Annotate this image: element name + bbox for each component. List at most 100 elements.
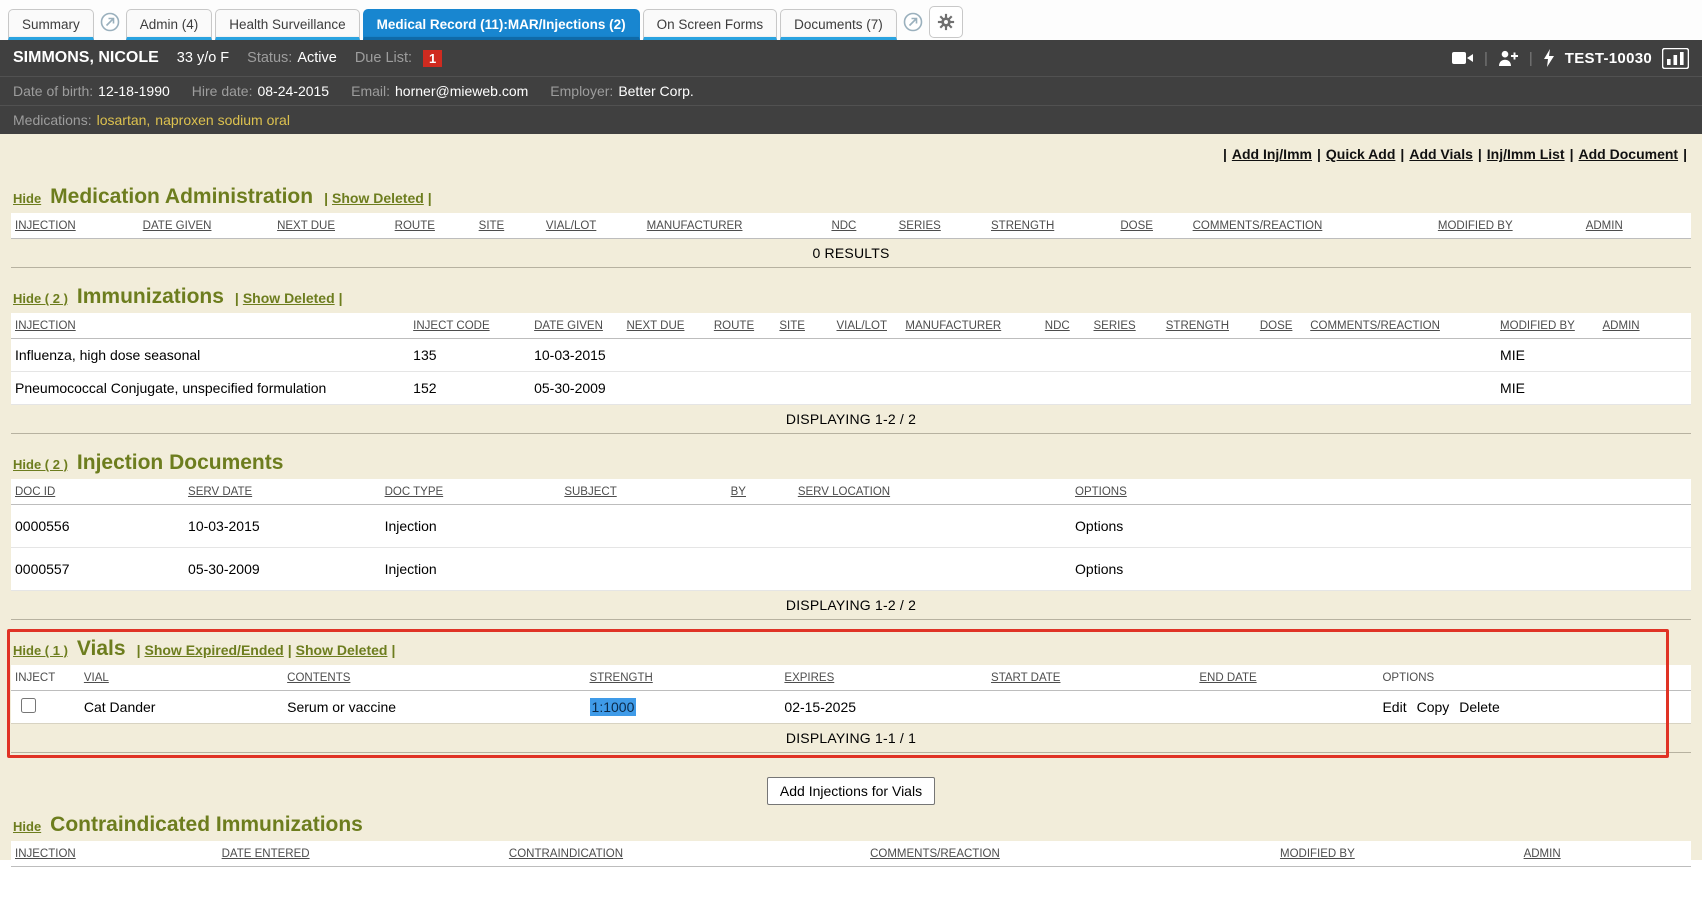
- settings-gear-icon[interactable]: [929, 6, 963, 38]
- popout-icon[interactable]: [100, 12, 120, 32]
- bar-chart-icon[interactable]: [1662, 48, 1689, 69]
- edit-link[interactable]: Edit: [1382, 699, 1406, 715]
- add-person-icon[interactable]: [1498, 50, 1519, 67]
- modified-by: MIE: [1496, 339, 1598, 372]
- column-header[interactable]: ADMIN: [1603, 320, 1640, 332]
- empty-cell: [794, 548, 1071, 591]
- column-header[interactable]: CONTENTS: [287, 672, 350, 684]
- column-header[interactable]: DATE GIVEN: [534, 320, 603, 332]
- lightning-bolt-icon[interactable]: [1543, 49, 1555, 67]
- column-header[interactable]: STRENGTH: [991, 220, 1054, 232]
- column-header[interactable]: COMMENTS/REACTION: [870, 848, 1000, 860]
- inj-imm-list-link[interactable]: Inj/Imm List: [1487, 146, 1565, 162]
- column-header[interactable]: END DATE: [1199, 672, 1256, 684]
- add-injections-for-vials-button[interactable]: Add Injections for Vials: [767, 777, 935, 805]
- column-header[interactable]: SITE: [779, 320, 805, 332]
- column-header[interactable]: CONTRAINDICATION: [509, 848, 623, 860]
- delete-link[interactable]: Delete: [1459, 699, 1499, 715]
- column-header[interactable]: SERV LOCATION: [798, 486, 890, 498]
- quick-add-link[interactable]: Quick Add: [1326, 146, 1396, 162]
- column-header[interactable]: DOSE: [1120, 220, 1153, 232]
- column-header[interactable]: MANUFACTURER: [647, 220, 743, 232]
- medication-link[interactable]: losartan: [97, 112, 147, 128]
- column-header[interactable]: SUBJECT: [564, 486, 616, 498]
- tab-admin[interactable]: Admin (4): [126, 9, 213, 40]
- column-header[interactable]: BY: [731, 486, 746, 498]
- column-header[interactable]: COMMENTS/REACTION: [1310, 320, 1440, 332]
- column-header[interactable]: NEXT DUE: [277, 220, 335, 232]
- column-header[interactable]: INJECTION: [15, 320, 76, 332]
- hide-link[interactable]: Hide ( 1 ): [13, 643, 68, 658]
- hide-link[interactable]: Hide: [13, 819, 41, 834]
- column-header[interactable]: START DATE: [991, 672, 1060, 684]
- add-vials-link[interactable]: Add Vials: [1409, 146, 1473, 162]
- column-header[interactable]: DOC TYPE: [385, 486, 444, 498]
- column-header[interactable]: INJECTION: [15, 220, 76, 232]
- due-list-count-badge[interactable]: 1: [423, 50, 442, 67]
- copy-link[interactable]: Copy: [1417, 699, 1450, 715]
- empty-cell: [623, 372, 710, 405]
- column-header[interactable]: SERIES: [899, 220, 941, 232]
- column-header[interactable]: NDC: [1045, 320, 1070, 332]
- show-deleted-link[interactable]: Show Deleted: [332, 190, 424, 206]
- video-camera-icon[interactable]: [1452, 51, 1474, 65]
- table-row: Pneumococcal Conjugate, unspecified form…: [11, 372, 1691, 405]
- section-heading: Hide Medication Administration |Show Del…: [13, 186, 1691, 208]
- empty-cell: [727, 548, 794, 591]
- column-header[interactable]: SERIES: [1094, 320, 1136, 332]
- column-header[interactable]: VIAL/LOT: [836, 320, 887, 332]
- date-given: 10-03-2015: [530, 339, 622, 372]
- tab-health-surveillance[interactable]: Health Surveillance: [215, 9, 359, 40]
- tab-documents[interactable]: Documents (7): [780, 9, 897, 40]
- popout-icon[interactable]: [903, 12, 923, 32]
- column-header[interactable]: MODIFIED BY: [1280, 848, 1355, 860]
- column-header[interactable]: DOC ID: [15, 486, 55, 498]
- hide-link[interactable]: Hide ( 2 ): [13, 291, 68, 306]
- section-links: |Show Deleted|: [233, 290, 345, 306]
- tab-medical-record[interactable]: Medical Record (11):MAR/Injections (2): [363, 9, 640, 40]
- column-header[interactable]: DATE GIVEN: [143, 220, 212, 232]
- modified-by: MIE: [1496, 372, 1598, 405]
- column-header[interactable]: OPTIONS: [1075, 486, 1127, 498]
- column-header[interactable]: DATE ENTERED: [222, 848, 310, 860]
- options-menu[interactable]: Options: [1075, 561, 1123, 577]
- empty-cell: [710, 372, 776, 405]
- column-header[interactable]: STRENGTH: [1166, 320, 1229, 332]
- medication-link[interactable]: naproxen sodium oral: [155, 112, 290, 128]
- options-menu[interactable]: Options: [1075, 518, 1123, 534]
- tab-on-screen-forms[interactable]: On Screen Forms: [643, 9, 778, 40]
- column-header[interactable]: ROUTE: [714, 320, 754, 332]
- vial-select-checkbox[interactable]: [21, 698, 36, 713]
- column-header[interactable]: INJECTION: [15, 848, 76, 860]
- column-header[interactable]: MODIFIED BY: [1438, 220, 1513, 232]
- add-inj-imm-link[interactable]: Add Inj/Imm: [1232, 146, 1312, 162]
- column-header[interactable]: VIAL: [84, 672, 109, 684]
- column-header[interactable]: SERV DATE: [188, 486, 252, 498]
- column-header[interactable]: SITE: [479, 220, 505, 232]
- column-header[interactable]: NDC: [831, 220, 856, 232]
- column-header[interactable]: MODIFIED BY: [1500, 320, 1575, 332]
- column-header[interactable]: MANUFACTURER: [905, 320, 1001, 332]
- column-header[interactable]: VIAL/LOT: [546, 220, 597, 232]
- column-header[interactable]: NEXT DUE: [627, 320, 685, 332]
- column-header[interactable]: DOSE: [1260, 320, 1293, 332]
- column-header[interactable]: INJECT CODE: [413, 320, 489, 332]
- hide-link[interactable]: Hide: [13, 191, 41, 206]
- add-document-link[interactable]: Add Document: [1579, 146, 1679, 162]
- vial-contents: Serum or vaccine: [283, 691, 585, 724]
- column-header[interactable]: STRENGTH: [590, 672, 653, 684]
- section-contraindicated-immunizations: Hide Contraindicated Immunizations INJEC…: [11, 814, 1691, 903]
- show-deleted-link[interactable]: Show Deleted: [243, 290, 335, 306]
- column-header: INJECT: [15, 672, 55, 684]
- show-expired-link[interactable]: Show Expired/Ended: [144, 642, 283, 658]
- column-header[interactable]: ROUTE: [395, 220, 435, 232]
- column-header[interactable]: COMMENTS/REACTION: [1193, 220, 1323, 232]
- hide-link[interactable]: Hide ( 2 ): [13, 457, 68, 472]
- column-header[interactable]: ADMIN: [1524, 848, 1561, 860]
- show-deleted-link[interactable]: Show Deleted: [296, 642, 388, 658]
- patient-header-bar: SIMMONS, NICOLE 33 y/o F Status: Active …: [0, 40, 1702, 77]
- tab-summary[interactable]: Summary: [8, 9, 94, 40]
- separator: |: [391, 642, 395, 658]
- column-header[interactable]: ADMIN: [1586, 220, 1623, 232]
- column-header[interactable]: EXPIRES: [784, 672, 834, 684]
